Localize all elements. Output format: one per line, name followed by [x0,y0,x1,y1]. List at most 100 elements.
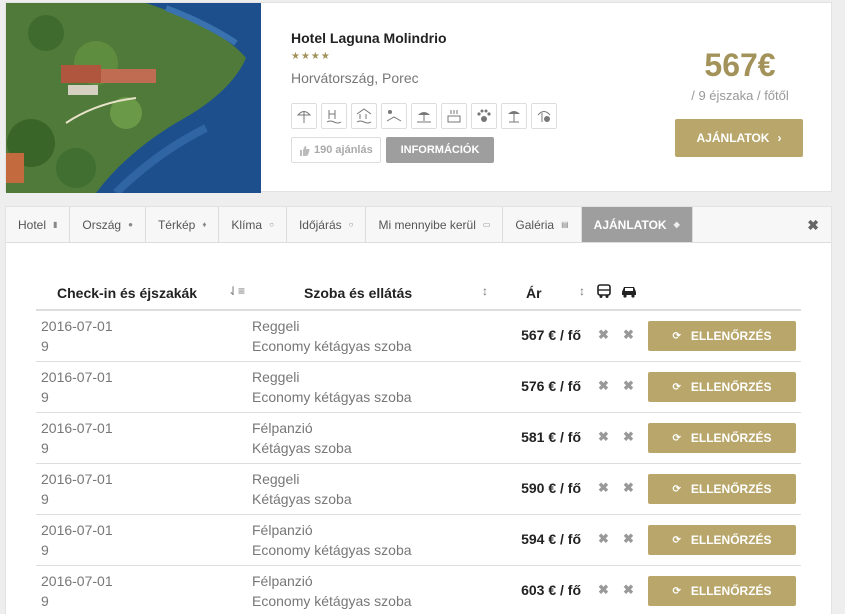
no-bus-icon: ✖ [598,429,609,444]
header-checkin[interactable]: Check-in és éjszakák [57,285,197,301]
hotel-photo[interactable] [6,3,261,193]
check-button-label: ELLENŐRZÉS [690,584,772,598]
offer-price: 590 € / fő [521,480,581,496]
tab-offers[interactable]: AJÁNLATOK ◆ [581,207,693,242]
table-row: 2016-07-01 9 Reggeli Economy kétágyas szob… [36,362,801,413]
tab-bar: Hotel ▮ Ország ● Térkép ♦ Klíma ○ Időjárás ○ … [6,207,831,243]
tab-hotel[interactable]: Hotel ▮ [6,207,71,242]
room-type: Kétágyas szoba [252,491,352,507]
refresh-icon: ⟳ [672,432,681,444]
map-pin-icon: ♦ [202,220,207,229]
tab-country[interactable]: Ország ● [70,207,146,242]
table-row: 2016-07-01 9 Reggeli Kétágyas szoba 590 € … [36,464,801,515]
check-button[interactable]: ⟳ ELLENŐRZÉS [648,372,796,402]
tab-map[interactable]: Térkép ♦ [146,207,220,242]
room-cell: Reggeli Economy kétágyas szoba [252,367,412,407]
no-car-icon: ✖ [623,480,634,495]
amenity-icons [291,103,557,129]
checkin-date: 2016-07-01 [41,573,113,589]
likes-label: 190 ajánlás [314,144,373,156]
hotel-stars: ★★★★ [291,51,331,62]
tag-icon: ◆ [673,220,680,229]
table-row: 2016-07-01 9 Reggeli Economy kétágyas szob… [36,311,801,362]
info-button[interactable]: INFORMÁCIÓK [386,137,494,163]
tab-label: Hotel [18,217,47,232]
tab-label: Térkép [157,217,196,232]
no-car-icon: ✖ [623,327,634,342]
nights-count: 9 [41,491,49,507]
bookmark-icon: ▮ [53,220,58,229]
refresh-icon: ⟳ [672,585,681,597]
room-type: Economy kétágyas szoba [252,389,412,405]
room-cell: Reggeli Economy kétágyas szoba [252,316,412,356]
check-button[interactable]: ⟳ ELLENŐRZÉS [648,321,796,351]
sort-icon[interactable]: ↕ [579,284,585,298]
offer-price: 581 € / fő [521,429,581,445]
refresh-icon: ⟳ [672,330,681,342]
nights-count: 9 [41,593,49,609]
tab-label: Időjárás [298,217,342,232]
likes-counter[interactable]: 190 ajánlás [291,137,381,163]
offers-button-label: AJÁNLATOK [696,131,770,145]
tab-climate[interactable]: Klíma ○ [219,207,287,242]
checkin-date: 2016-07-01 [41,522,113,538]
checkin-cell: 2016-07-01 9 [41,418,113,458]
check-button[interactable]: ⟳ ELLENŐRZÉS [648,423,796,453]
indoor-pool-icon [351,103,377,129]
room-type: Economy kétágyas szoba [252,593,412,609]
tab-label: Ország [82,217,122,232]
offers-table-body: 2016-07-01 9 Reggeli Economy kétágyas szob… [36,311,801,614]
sort-icon[interactable]: ⇃≡ [228,284,245,298]
checkin-cell: 2016-07-01 9 [41,316,113,356]
table-row: 2016-07-01 9 Félpanzió Kétágyas szoba 581 … [36,413,801,464]
checkin-date: 2016-07-01 [41,471,113,487]
room-cell: Félpanzió Economy kétágyas szoba [252,520,412,560]
check-button[interactable]: ⟳ ELLENŐRZÉS [648,525,796,555]
tab-label: Klíma [231,217,263,232]
offer-price: 567 € / fő [521,327,581,343]
no-bus-icon: ✖ [598,582,609,597]
offer-price: 576 € / fő [521,378,581,394]
no-car-icon: ✖ [623,378,634,393]
checkin-date: 2016-07-01 [41,420,113,436]
nights-count: 9 [41,440,49,456]
hotel-price: 567€ [704,47,776,83]
sun-icon: ○ [348,220,354,229]
room-cell: Reggeli Kétágyas szoba [252,469,352,509]
nights-count: 9 [41,542,49,558]
pets-icon [471,103,497,129]
room-cell: Félpanzió Kétágyas szoba [252,418,352,458]
header-room[interactable]: Szoba és ellátás [304,285,412,301]
refresh-icon: ⟳ [672,483,681,495]
no-car-icon: ✖ [623,531,634,546]
tab-weather[interactable]: Időjárás ○ [287,207,367,242]
close-icon[interactable]: ✖ [807,217,819,234]
tab-gallery[interactable]: Galéria ▤ [503,207,582,242]
hotel-location: Horvátország, Porec [291,70,419,86]
board-type: Félpanzió [252,573,313,589]
check-button-label: ELLENŐRZÉS [690,533,772,547]
check-button-label: ELLENŐRZÉS [690,431,772,445]
refresh-icon: ⟳ [672,534,681,546]
sun-icon: ○ [269,220,274,229]
board-type: Reggeli [252,318,300,334]
tab-label: Galéria [515,217,555,232]
tab-label: AJÁNLATOK [593,217,667,232]
header-price[interactable]: Ár [526,285,542,301]
offers-button[interactable]: AJÁNLATOK › [675,119,803,157]
check-button[interactable]: ⟳ ELLENŐRZÉS [648,474,796,504]
room-cell: Félpanzió Economy kétágyas szoba [252,571,412,611]
check-button-label: ELLENŐRZÉS [690,482,772,496]
checkin-cell: 2016-07-01 9 [41,571,113,611]
board-type: Félpanzió [252,522,313,538]
tab-label: Mi mennyibe kerül [378,217,476,232]
room-type: Economy kétágyas szoba [252,338,412,354]
sort-icon[interactable]: ↕ [482,284,488,298]
board-type: Reggeli [252,471,300,487]
check-button[interactable]: ⟳ ELLENŐRZÉS [648,576,796,606]
room-type: Kétágyas szoba [252,440,352,456]
tab-prices[interactable]: Mi mennyibe kerül ▭ [366,207,504,242]
hotel-name[interactable]: Hotel Laguna Molindrio [291,30,447,46]
bus-icon [597,284,611,298]
offer-price: 603 € / fő [521,582,581,598]
